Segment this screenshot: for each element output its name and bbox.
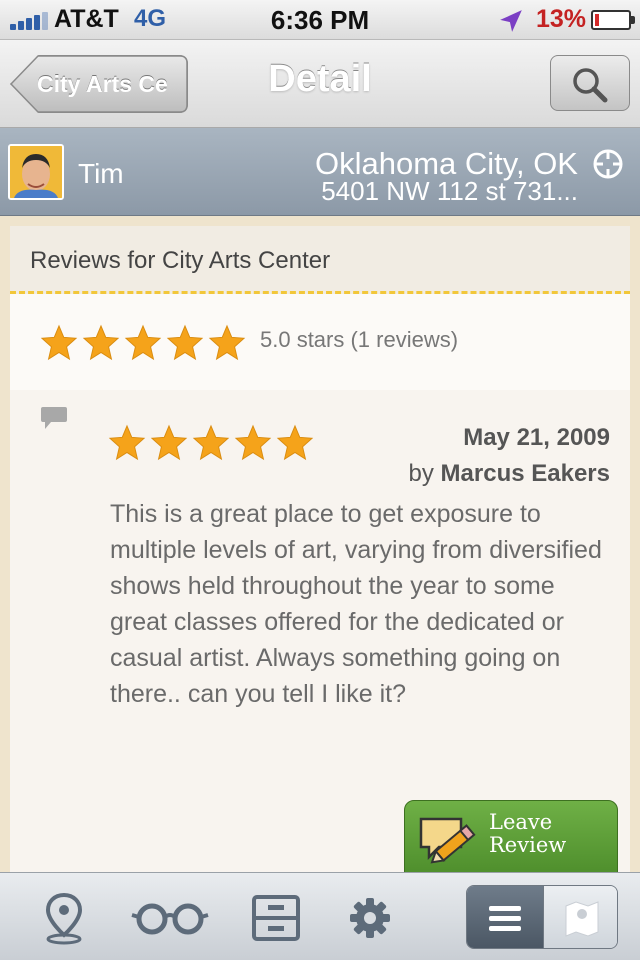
location-arrow-icon xyxy=(500,10,522,32)
battery-icon xyxy=(591,10,635,30)
star-icon xyxy=(192,424,230,461)
leave-review-label: Leave Review xyxy=(489,811,613,857)
review-stars xyxy=(108,424,314,462)
avatar[interactable] xyxy=(8,144,64,200)
file-cabinet-icon[interactable] xyxy=(246,891,306,945)
tab-bar xyxy=(0,872,640,960)
gear-icon[interactable] xyxy=(340,891,400,945)
rating-summary: 5.0 stars (1 reviews) xyxy=(260,327,459,352)
user-photo-icon xyxy=(10,146,62,198)
star-icon xyxy=(150,424,188,461)
review-by-prefix: by xyxy=(408,460,434,487)
map-view-button[interactable] xyxy=(543,886,617,948)
star-icon xyxy=(82,324,120,361)
list-icon xyxy=(489,906,521,931)
star-icon xyxy=(208,324,246,361)
star-icon xyxy=(108,424,146,461)
status-bar: AT&T 4G 6:36 PM 13% xyxy=(0,0,640,40)
pencil-paper-icon xyxy=(419,817,476,864)
leave-review-line1: Leave xyxy=(489,810,553,834)
star-icon xyxy=(40,324,78,361)
magnifier-icon xyxy=(573,68,608,103)
overall-rating: 5.0 stars (1 reviews) xyxy=(10,294,630,390)
star-icon xyxy=(234,424,272,461)
review-author-name: Marcus Eakers xyxy=(440,460,610,487)
leave-review-line2: Review xyxy=(489,833,567,857)
star-icon xyxy=(166,324,204,361)
user-name: Tim xyxy=(78,158,124,189)
reviews-panel: Reviews for City Arts Center 5.0 stars (… xyxy=(10,226,630,872)
leave-review-button[interactable]: Leave Review xyxy=(404,800,618,876)
map-icon xyxy=(565,901,599,937)
review-date: May 21, 2009 xyxy=(463,424,610,451)
reviews-header: Reviews for City Arts Center xyxy=(10,226,630,294)
glasses-icon[interactable] xyxy=(130,891,210,945)
user-location-bar: Tim Oklahoma City, OK 5401 NW 112 st 731… xyxy=(0,128,640,216)
location-pin-icon[interactable] xyxy=(34,891,94,945)
list-view-button[interactable] xyxy=(467,886,543,948)
comment-bubble-icon xyxy=(41,407,67,429)
star-icon xyxy=(124,324,162,361)
location-address[interactable]: 5401 NW 112 st 731... xyxy=(321,176,578,207)
view-toggle xyxy=(466,885,618,949)
navigation-bar: City Arts Ce Detail xyxy=(0,40,640,128)
review-text: This is a great place to get exposure to… xyxy=(110,500,602,708)
overall-stars xyxy=(40,324,246,362)
review-author: by Marcus Eakers xyxy=(409,460,610,488)
page-title: Detail xyxy=(268,58,372,100)
star-icon xyxy=(276,424,314,461)
battery-percent: 13% xyxy=(536,5,587,33)
crosshair-icon[interactable] xyxy=(592,148,624,180)
search-button[interactable] xyxy=(550,55,630,111)
